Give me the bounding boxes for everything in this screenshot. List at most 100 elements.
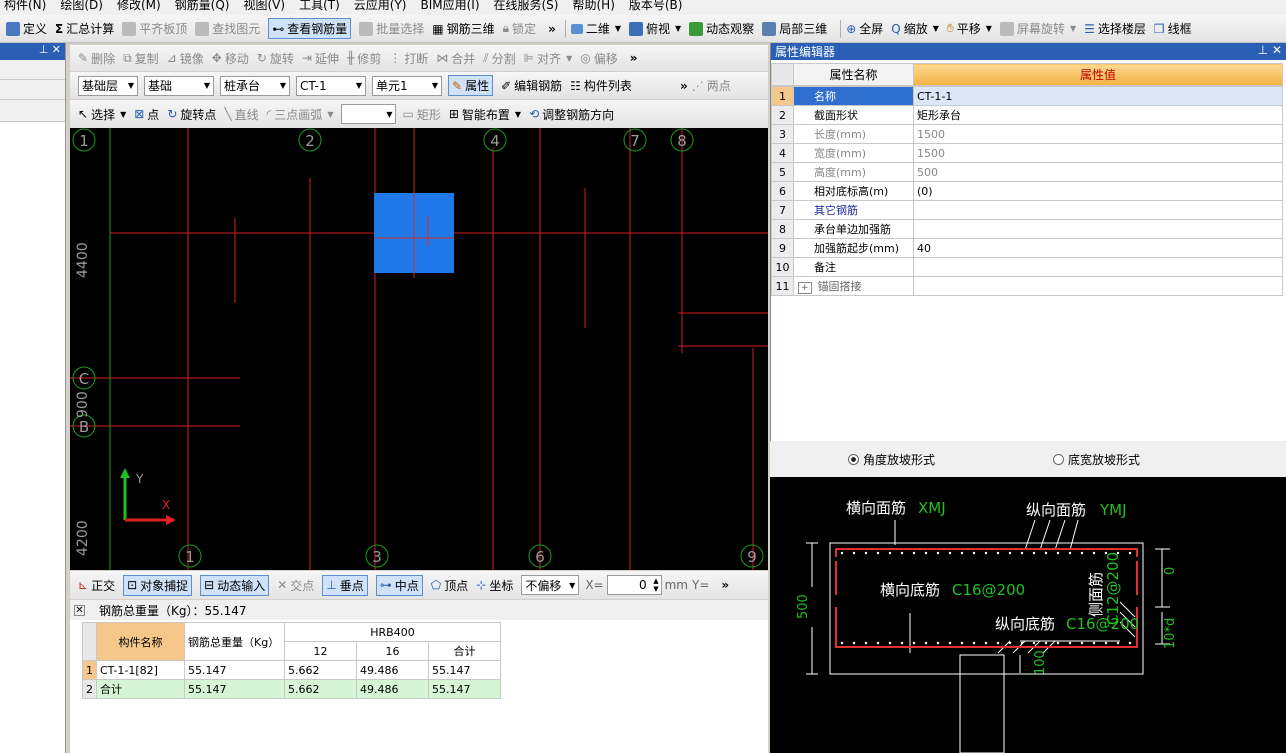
x-coord-input[interactable]: 0 ▲ ▼: [606, 575, 662, 595]
menu-item[interactable]: 修改(M): [117, 0, 161, 13]
point-button[interactable]: ⊠ 点: [134, 106, 159, 123]
toolbar-overflow-chevron[interactable]: »: [721, 578, 729, 592]
table-row[interactable]: 1 CT-1-1[82] 55.147 5.662 49.486 55.147: [82, 660, 501, 680]
fullscreen-button[interactable]: ⊕ 全屏: [846, 20, 883, 37]
adjust-rebar-button[interactable]: ⟲ 调整钢筋方向: [529, 106, 614, 123]
menu-item[interactable]: 绘图(D): [60, 0, 103, 13]
component-select[interactable]: CT-1 ▼: [296, 75, 366, 96]
property-value[interactable]: 矩形承台: [913, 105, 1283, 125]
two-points-button[interactable]: ⋰ 两点: [692, 77, 731, 94]
midpoint-button[interactable]: ⊶ 中点: [375, 574, 423, 596]
select-floor-button[interactable]: ☰ 选择楼层: [1084, 20, 1146, 37]
property-row[interactable]: 6 相对底标高(m) (0): [771, 181, 1283, 201]
property-value[interactable]: [913, 276, 1283, 296]
toolbar-overflow-chevron[interactable]: »: [680, 79, 688, 93]
line-button[interactable]: ╲ 直线: [224, 106, 258, 123]
property-value[interactable]: 40: [913, 238, 1283, 258]
width-slope-radio[interactable]: 底宽放坡形式: [1053, 451, 1140, 468]
property-row[interactable]: 8 承台单边加强筋: [771, 219, 1283, 239]
close-icon[interactable]: ✕: [52, 43, 61, 56]
menu-item[interactable]: 云应用(Y): [354, 0, 407, 13]
property-value[interactable]: 1500: [913, 124, 1283, 144]
pin-icon[interactable]: ⊥: [39, 43, 49, 56]
property-row[interactable]: 5 高度(mm) 500: [771, 162, 1283, 182]
property-row[interactable]: 11 + 锚固搭接: [771, 276, 1283, 296]
property-value[interactable]: [913, 219, 1283, 239]
unit-select[interactable]: 单元1 ▼: [372, 75, 442, 96]
menu-item[interactable]: 视图(V): [243, 0, 285, 13]
extend-button[interactable]: ⇥ 延伸: [302, 50, 339, 67]
property-value[interactable]: 500: [913, 162, 1283, 182]
arc-button[interactable]: ◜ 三点画弧 ▼: [267, 106, 334, 123]
edit-rebar-button[interactable]: ✐ 编辑钢筋: [501, 77, 562, 94]
property-button[interactable]: ✎ 属性: [448, 75, 494, 96]
menu-item[interactable]: BIM应用(I): [420, 0, 479, 13]
close-icon[interactable]: ✕: [1272, 43, 1282, 57]
pile-cap-ct-1-1[interactable]: [374, 193, 454, 273]
pin-icon[interactable]: ⊥: [1258, 43, 1268, 57]
property-value[interactable]: [913, 257, 1283, 277]
perpendicular-button[interactable]: ⊥ 垂点: [322, 574, 368, 596]
dynamic-view-button[interactable]: 动态观察: [689, 20, 754, 37]
find-element-button[interactable]: 查找图元: [195, 20, 260, 37]
summary-calc-button[interactable]: Σ 汇总计算: [55, 20, 114, 37]
dynamic-input-button[interactable]: ⊟ 动态输入: [200, 574, 270, 596]
toolbar-overflow-chevron[interactable]: »: [630, 51, 638, 65]
batch-select-button[interactable]: 批量选择: [359, 20, 424, 37]
coordinate-button[interactable]: ⊹ 坐标: [476, 577, 513, 594]
top-view-button[interactable]: 俯视 ▼: [629, 20, 681, 37]
smart-layout-button[interactable]: ⊞ 智能布置 ▼: [449, 106, 521, 123]
stepper-icon[interactable]: ▲ ▼: [653, 577, 658, 593]
rebar-3d-button[interactable]: ▦ 钢筋三维: [432, 20, 494, 37]
menu-item[interactable]: 钢筋量(Q): [175, 0, 230, 13]
cad-canvas[interactable]: 1 2 4 7 8 1 3 6 9 C B 4400 900 4200 Y X: [70, 128, 768, 570]
property-row[interactable]: 10 备注: [771, 257, 1283, 277]
merge-button[interactable]: ⋈ 合并: [436, 50, 475, 67]
property-row[interactable]: 3 长度(mm) 1500: [771, 124, 1283, 144]
menu-item[interactable]: 在线服务(S): [494, 0, 559, 13]
floor-select[interactable]: 基础层 ▼: [78, 75, 138, 96]
arc-option-select[interactable]: ▼: [341, 104, 397, 124]
property-row[interactable]: 4 宽度(mm) 1500: [771, 143, 1283, 163]
angle-slope-radio[interactable]: 角度放坡形式: [848, 451, 935, 468]
table-row[interactable]: 2 合计 55.147 5.662 49.486 55.147: [82, 679, 501, 699]
pan-button[interactable]: ✋︎ 平移 ▼: [947, 20, 992, 37]
type-select[interactable]: 桩承台 ▼: [220, 75, 290, 96]
object-snap-button[interactable]: ⊡ 对象捕捉: [123, 574, 193, 596]
property-row[interactable]: 2 截面形状 矩形承台: [771, 105, 1283, 125]
ortho-button[interactable]: ⊾ 正交: [78, 577, 115, 594]
wireframe-button[interactable]: ❒ 线框: [1154, 20, 1192, 37]
move-button[interactable]: ✥ 移动: [212, 50, 249, 67]
view-2d-button[interactable]: 二维 ▼: [570, 20, 621, 37]
zoom-button[interactable]: Q 缩放 ▼: [891, 20, 939, 37]
property-row[interactable]: 7 其它钢筋: [771, 200, 1283, 220]
menu-item[interactable]: 帮助(H): [572, 0, 614, 13]
screen-rotate-button[interactable]: 屏幕旋转 ▼: [999, 20, 1076, 37]
category-select[interactable]: 基础 ▼: [144, 75, 214, 96]
property-row[interactable]: 1 名称 CT-1-1: [771, 86, 1283, 106]
component-list-button[interactable]: ☷ 构件列表: [570, 77, 632, 94]
align-top-button[interactable]: 平齐板顶: [122, 20, 187, 37]
offset-mode-select[interactable]: 不偏移 ▼: [521, 575, 580, 595]
property-row[interactable]: 9 加强筋起步(mm) 40: [771, 238, 1283, 258]
property-value[interactable]: (0): [913, 181, 1283, 201]
vertex-button[interactable]: ⬠ 顶点: [431, 577, 468, 594]
local-3d-button[interactable]: 局部三维: [762, 20, 827, 37]
summary-close-icon[interactable]: ✕: [74, 604, 85, 616]
menu-item[interactable]: 工具(T): [299, 0, 340, 13]
toolbar-overflow-chevron[interactable]: »: [548, 22, 556, 36]
menu-item[interactable]: 构件(N): [4, 0, 46, 13]
rect-button[interactable]: ▭ 矩形: [402, 106, 440, 123]
mirror-button[interactable]: ⊿ 镜像: [167, 50, 204, 67]
copy-button[interactable]: ⧉ 复制: [123, 50, 159, 67]
offset-button[interactable]: ◎ 偏移: [580, 50, 618, 67]
property-value[interactable]: [913, 200, 1283, 220]
expand-plus-icon[interactable]: +: [798, 282, 812, 294]
intersect-button[interactable]: ✕ 交点: [277, 577, 314, 594]
menu-item[interactable]: 版本号(B): [629, 0, 683, 13]
align-button[interactable]: ⊫ 对齐 ▼: [524, 50, 573, 67]
property-value[interactable]: 1500: [913, 143, 1283, 163]
split-button[interactable]: ⫽ 分割: [483, 50, 515, 67]
select-button[interactable]: ↖ 选择 ▼: [78, 106, 126, 123]
define-button[interactable]: 定义: [6, 20, 47, 37]
